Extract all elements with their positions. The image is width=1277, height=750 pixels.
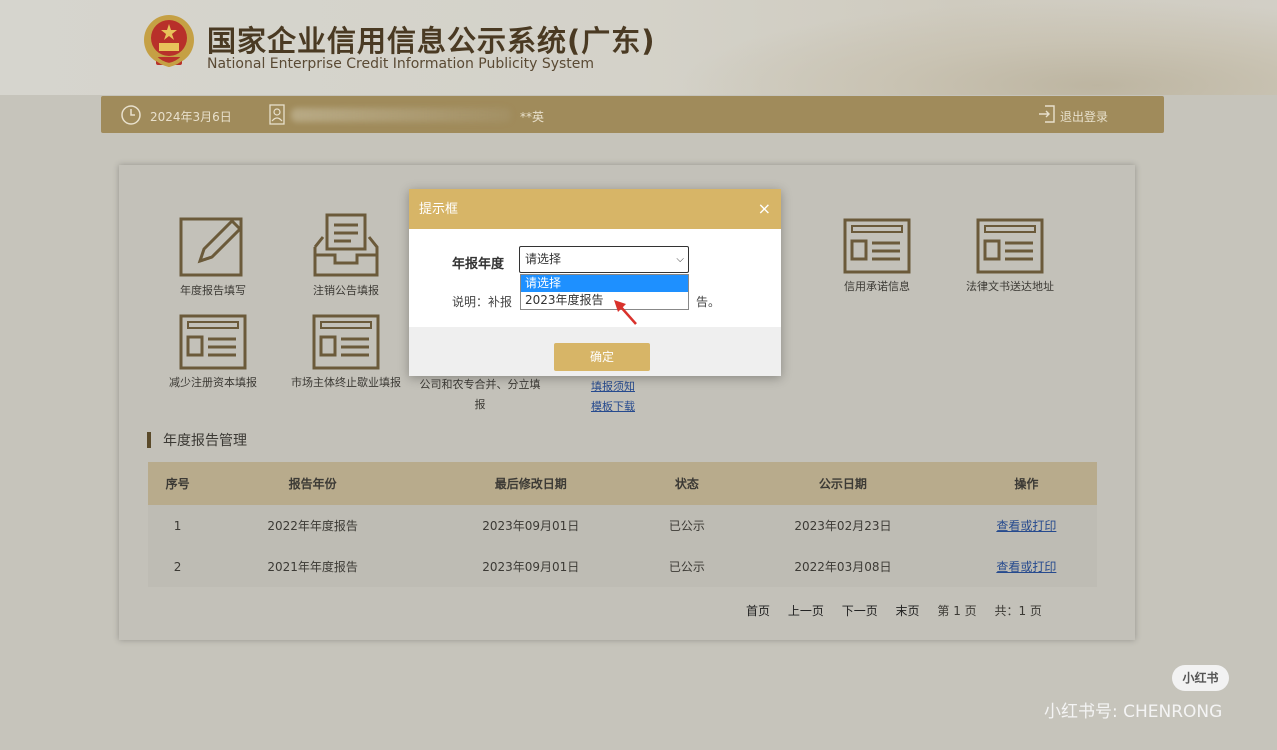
year-dropdown-list: 请选择 2023年度报告 (520, 274, 689, 310)
cell-action: 查看或打印 (955, 505, 1097, 546)
year-field-label: 年报年度 (452, 257, 505, 272)
note-suffix: 告。 (696, 295, 721, 309)
section-title: 年度报告管理 (147, 430, 247, 450)
cell-modified: 2023年09月01日 (417, 546, 644, 587)
table-header-row: 序号 报告年份 最后修改日期 状态 公示日期 操作 (148, 462, 1097, 505)
dialog-title: 提示框 (419, 202, 459, 217)
prev-page-button[interactable]: 上一页 (788, 604, 824, 618)
close-icon[interactable]: × (758, 188, 771, 230)
dropdown-option[interactable]: 2023年度报告 (521, 292, 688, 309)
confirm-button[interactable]: 确定 (554, 343, 650, 371)
annual-report-table: 序号 报告年份 最后修改日期 状态 公示日期 操作 1 2022年年度报告 20… (148, 462, 1097, 587)
cell-no: 2 (148, 546, 208, 587)
cell-publish: 2023年02月23日 (730, 505, 956, 546)
watermark-badge: 小红书 (1172, 665, 1229, 691)
watermark-text: 小红书号: CHENRONG (1044, 702, 1223, 722)
tile-credit-commitment[interactable]: 信用承诺信息 (817, 217, 937, 297)
form-card-icon (312, 314, 380, 370)
edit-doc-icon (179, 217, 243, 277)
first-page-button[interactable]: 首页 (746, 604, 770, 618)
current-page: 第 1 页 (937, 604, 977, 618)
section-title-text: 年度报告管理 (163, 433, 247, 449)
site-title-en: National Enterprise Credit Information P… (207, 56, 595, 72)
tile-label: 减少注册资本填报 (169, 376, 257, 389)
clock-icon (121, 105, 141, 125)
header-mountain-art (677, 0, 1277, 95)
current-date: 2024年3月6日 (150, 110, 232, 124)
section-marker (147, 432, 151, 448)
tile-business-suspension[interactable]: 市场主体终止歇业填报 (286, 313, 406, 393)
table-row: 2 2021年年度报告 2023年09月01日 已公示 2022年03月08日 … (148, 546, 1097, 587)
inbox-doc-icon (313, 213, 379, 277)
tile-label: 公司和农专合并、分立填报 (419, 378, 541, 411)
tile-legal-doc-address[interactable]: 法律文书送达地址 (950, 217, 1070, 297)
tile-capital-reduction[interactable]: 减少注册资本填报 (153, 313, 273, 393)
tile-annual-report[interactable]: 年度报告填写 (153, 213, 273, 301)
last-page-button[interactable]: 末页 (896, 604, 920, 618)
cell-status: 已公示 (643, 546, 731, 587)
redacted-company-name (291, 108, 511, 122)
cell-year: 2021年年度报告 (207, 546, 418, 587)
template-download-link[interactable]: 模板下载 (591, 397, 635, 417)
cell-year: 2022年年度报告 (207, 505, 418, 546)
dialog-header: 提示框 × (409, 189, 781, 229)
tile-label: 年度报告填写 (180, 284, 246, 297)
user-card-icon (269, 104, 285, 125)
form-card-icon (976, 218, 1044, 274)
tile-label: 注销公告填报 (313, 284, 379, 297)
col-header: 操作 (955, 462, 1097, 505)
select-value: 请选择 (525, 252, 562, 266)
pagination: 首页 上一页 下一页 末页 第 1 页 共：1 页 (746, 602, 1056, 619)
note-prefix: 说明：补报 (452, 295, 513, 309)
col-header: 序号 (148, 462, 208, 505)
user-name: **英 (520, 110, 545, 124)
dialog-footer: 确定 (409, 327, 781, 376)
site-header: 国家企业信用信息公示系统(广东) National Enterprise Cre… (0, 0, 1277, 95)
tile-label: 市场主体终止歇业填报 (291, 376, 401, 389)
tile-merger-split[interactable]: 公司和农专合并、分立填报 (415, 375, 545, 415)
next-page-button[interactable]: 下一页 (842, 604, 878, 618)
help-links: 填报须知 模板下载 (591, 377, 635, 417)
tile-label: 法律文书送达地址 (966, 280, 1054, 293)
cell-no: 1 (148, 505, 208, 546)
dialog-note: 说明：补报 告。 (452, 293, 720, 310)
national-emblem-icon (144, 15, 194, 68)
chevron-down-icon: ⌵ (676, 254, 684, 265)
form-card-icon (179, 314, 247, 370)
col-header: 公示日期 (730, 462, 956, 505)
guide-link[interactable]: 填报须知 (591, 377, 635, 397)
view-print-link[interactable]: 查看或打印 (996, 560, 1056, 574)
cell-modified: 2023年09月01日 (417, 505, 644, 546)
user-info-bar: 2024年3月6日 **英 退出登录 (101, 96, 1164, 133)
logout-button[interactable]: 退出登录 (1060, 108, 1108, 125)
total-pages: 共：1 页 (994, 604, 1042, 618)
cell-action: 查看或打印 (955, 546, 1097, 587)
dropdown-option[interactable]: 请选择 (521, 275, 688, 292)
pointer-arrow-icon (614, 300, 637, 325)
report-year-select[interactable]: 请选择 ⌵ (519, 246, 689, 273)
tile-label: 信用承诺信息 (844, 280, 910, 293)
tile-deregistration-notice[interactable]: 注销公告填报 (286, 213, 406, 301)
col-header: 最后修改日期 (417, 462, 644, 505)
form-card-icon (843, 218, 911, 274)
site-title-cn: 国家企业信用信息公示系统(广东) (207, 24, 656, 58)
table-row: 1 2022年年度报告 2023年09月01日 已公示 2023年02月23日 … (148, 505, 1097, 546)
col-header: 状态 (643, 462, 731, 505)
logout-icon[interactable] (1037, 104, 1057, 124)
cell-status: 已公示 (643, 505, 731, 546)
cell-publish: 2022年03月08日 (730, 546, 956, 587)
col-header: 报告年份 (207, 462, 418, 505)
view-print-link[interactable]: 查看或打印 (996, 519, 1056, 533)
